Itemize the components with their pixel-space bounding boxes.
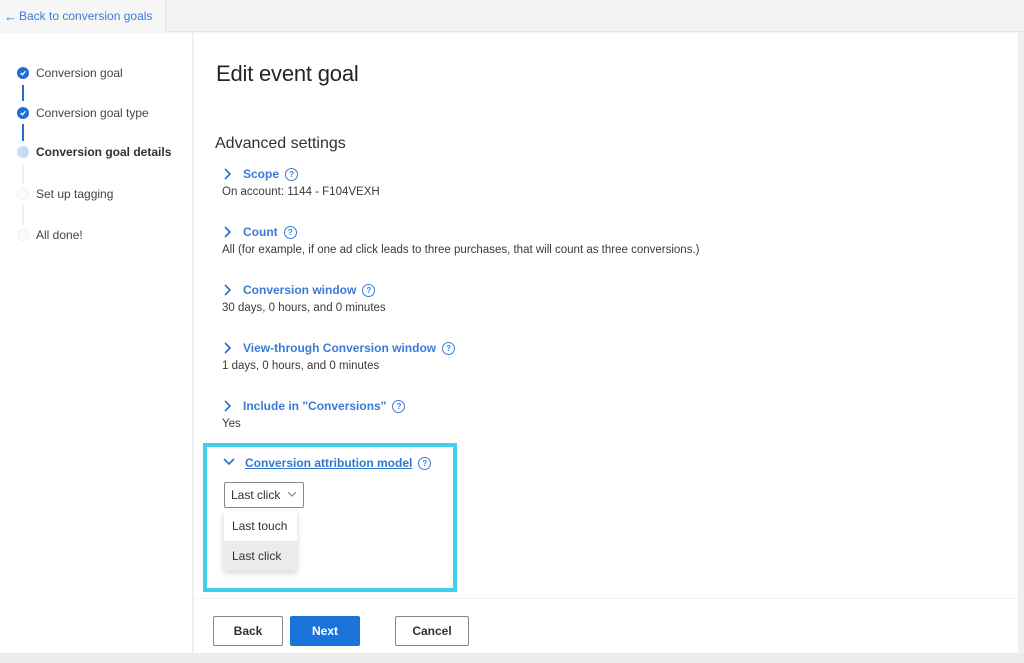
setting-name[interactable]: Conversion attribution model [245,456,412,470]
pending-step-dot-icon [17,188,29,200]
attribution-model-dropdown: Last touch Last click [224,511,297,571]
chevron-right-icon [223,400,233,412]
select-value: Last click [231,488,281,502]
setting-header[interactable]: Scope ? [223,165,380,183]
check-circle-icon [17,107,29,119]
step-label: Conversion goal [36,66,123,80]
setting-value: On account: 1144 - F104VEXH [222,186,380,198]
footer-divider [194,598,1018,599]
help-icon[interactable]: ? [418,456,432,470]
scrollbar-track[interactable] [1018,33,1024,653]
setting-header[interactable]: View-through Conversion window ? [223,339,456,357]
setting-conversion-window: Conversion window ? 30 days, 0 hours, an… [222,281,386,314]
step-label: Conversion goal type [36,106,149,120]
back-link-label: Back to conversion goals [19,9,153,23]
help-icon[interactable]: ? [283,225,297,239]
setting-name[interactable]: Include in "Conversions" [243,399,386,413]
step-label: Set up tagging [36,187,114,201]
section-title: Advanced settings [215,135,346,152]
attribution-model-select[interactable]: Last click [224,482,304,508]
step-label: All done! [36,228,83,242]
help-icon[interactable]: ? [362,283,376,297]
step-connector [22,124,24,141]
help-icon[interactable]: ? [442,341,456,355]
option-last-touch[interactable]: Last touch [224,511,297,541]
cancel-button[interactable]: Cancel [395,616,469,646]
wizard-steps: Conversion goal Conversion goal type Con… [0,33,193,653]
current-step-dot-icon [17,146,29,158]
setting-header[interactable]: Conversion attribution model ? [223,454,432,472]
help-icon[interactable]: ? [392,399,406,413]
setting-name[interactable]: View-through Conversion window [243,341,436,355]
setting-value: 1 days, 0 hours, and 0 minutes [222,360,380,372]
back-button[interactable]: Back [213,616,283,646]
setting-name[interactable]: Scope [243,167,279,181]
setting-header[interactable]: Count ? [223,223,699,241]
setting-header[interactable]: Include in "Conversions" ? [223,397,406,415]
bottom-bar [0,653,1024,663]
setting-value: Yes [222,418,241,430]
chevron-down-icon [287,491,297,497]
help-icon[interactable]: ? [285,167,299,181]
pending-step-dot-icon [17,229,29,241]
top-bar: ← Back to conversion goals [0,0,1024,32]
setting-name[interactable]: Conversion window [243,283,356,297]
next-button[interactable]: Next [290,616,360,646]
arrow-left-icon: ← [4,8,17,24]
step-connector [22,85,24,101]
option-last-click[interactable]: Last click [224,541,297,571]
chevron-right-icon [223,168,233,180]
step-label: Conversion goal details [36,145,172,159]
setting-header[interactable]: Conversion window ? [223,281,386,299]
setting-scope: Scope ? On account: 1144 - F104VEXH [222,165,380,198]
setting-value: 30 days, 0 hours, and 0 minutes [222,302,386,314]
chevron-right-icon [223,284,233,296]
setting-name[interactable]: Count [243,225,278,239]
setting-include-in-conversions: Include in "Conversions" ? Yes [222,397,406,430]
back-to-conversion-goals-link[interactable]: ← Back to conversion goals [0,0,166,32]
step-connector [22,164,24,184]
chevron-right-icon [223,342,233,354]
setting-count: Count ? All (for example, if one ad clic… [222,223,700,256]
chevron-down-icon [223,457,235,469]
setting-value: All (for example, if one ad click leads … [222,244,700,256]
chevron-right-icon [223,226,233,238]
setting-view-through-conversion-window: View-through Conversion window ? 1 days,… [222,339,456,372]
step-connector [22,205,24,226]
check-circle-icon [17,67,29,79]
setting-conversion-attribution-model: Conversion attribution model ? [223,454,432,472]
page-title: Edit event goal [216,61,359,86]
main-panel: Edit event goal Advanced settings Scope … [194,33,1018,653]
